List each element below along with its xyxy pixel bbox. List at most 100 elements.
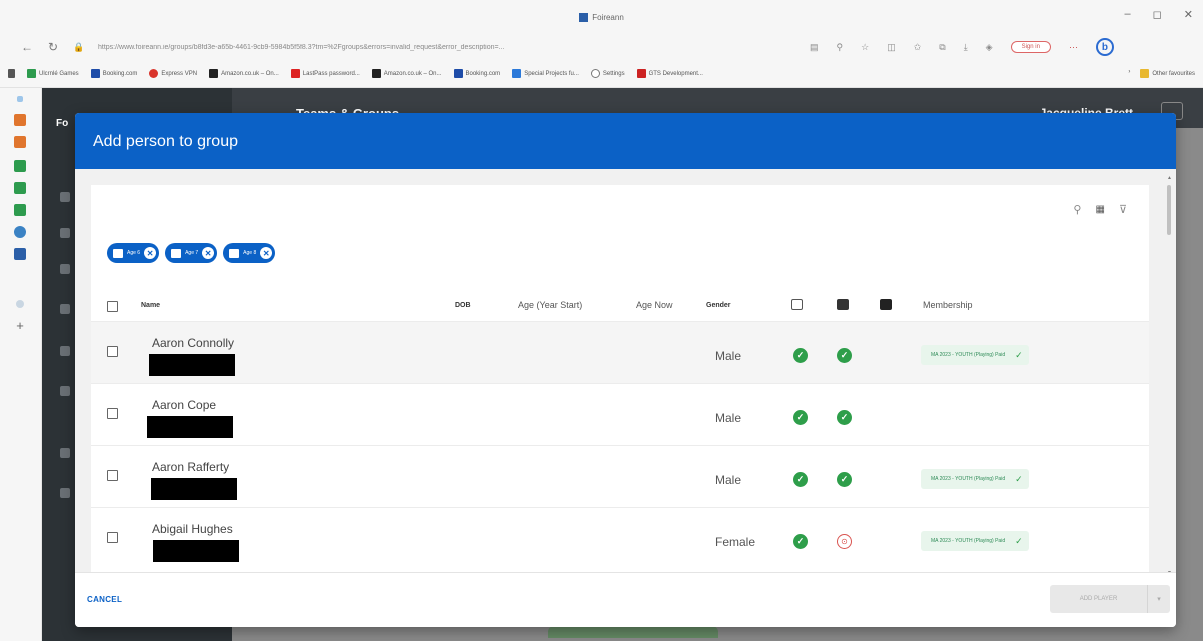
favorites-icon[interactable]: ✩ xyxy=(914,42,922,53)
table-row[interactable]: Abigail Hughes Female ✓ ⊙ MA 2023 - YOUT… xyxy=(91,507,1149,569)
browser-tab[interactable]: Foireann xyxy=(579,12,624,22)
sheets-icon[interactable] xyxy=(14,204,26,216)
check-circle-icon: ✓ xyxy=(793,534,808,549)
bookmark-item[interactable]: Booking.com xyxy=(453,69,500,78)
doc-icon[interactable] xyxy=(60,304,70,314)
modal-scrollbar[interactable]: ▲ ▼ xyxy=(1167,175,1172,576)
bookmarks-toggle-icon[interactable] xyxy=(8,69,15,78)
filter-chip[interactable]: Age 8 ✕ xyxy=(223,243,276,263)
remove-chip-icon[interactable]: ✕ xyxy=(202,247,215,259)
row-checkbox[interactable] xyxy=(107,346,118,357)
groups-icon[interactable] xyxy=(60,346,70,356)
cancel-button[interactable]: CANCEL xyxy=(87,595,122,604)
column-header-age-now[interactable]: Age Now xyxy=(636,300,673,310)
person-gender: Female xyxy=(715,535,756,549)
redaction-bar xyxy=(153,540,239,562)
split-screen-icon[interactable]: ◫ xyxy=(887,42,896,53)
screen-check-icon xyxy=(791,299,803,310)
outlook-icon[interactable] xyxy=(14,248,26,260)
filter-chip[interactable]: Age 6 ✕ xyxy=(107,243,160,263)
column-header-membership[interactable]: Membership xyxy=(923,300,973,310)
warning-circle-icon: ⊙ xyxy=(837,534,852,549)
extensions-icon[interactable]: ⚲ xyxy=(837,42,844,53)
maximize-icon[interactable]: ◻ xyxy=(1153,8,1162,21)
sheets-icon[interactable] xyxy=(14,160,26,172)
bookmark-item[interactable]: LastPass password... xyxy=(290,69,360,78)
bookmark-item[interactable]: GTS Development... xyxy=(636,69,703,78)
minimize-icon[interactable]: – xyxy=(1125,8,1131,21)
home-icon[interactable] xyxy=(60,192,70,202)
bookmark-item[interactable]: Express VPN xyxy=(149,69,197,78)
settings-icon[interactable] xyxy=(60,448,70,458)
table-row[interactable]: Aaron Cope Male ✓ ✓ xyxy=(91,383,1149,445)
column-header-age-year-start[interactable]: Age (Year Start) xyxy=(518,300,582,310)
chevron-right-icon[interactable]: › xyxy=(1128,69,1130,78)
team-icon xyxy=(171,248,182,258)
bookmark-item[interactable]: Ulcrnlé Games xyxy=(27,69,79,78)
chevron-down-icon[interactable]: ▾ xyxy=(1148,595,1170,603)
check-circle-icon: ✓ xyxy=(837,472,852,487)
checkmark-icon: ✓ xyxy=(1015,535,1023,546)
refresh-icon[interactable]: ↻ xyxy=(46,40,60,54)
calendar-icon[interactable] xyxy=(60,264,70,274)
bookmark-item[interactable]: Special Projects fu... xyxy=(512,69,579,78)
scrollbar-thumb[interactable] xyxy=(1167,185,1171,235)
column-header-dob[interactable]: DOB xyxy=(455,302,471,309)
lock-icon[interactable]: 🔒 xyxy=(72,42,86,53)
row-checkbox[interactable] xyxy=(107,532,118,543)
people-icon[interactable] xyxy=(60,228,70,238)
back-icon[interactable]: ← xyxy=(20,40,34,54)
settings-icon[interactable] xyxy=(16,300,24,308)
more-menu-icon[interactable]: ⋯ xyxy=(1069,42,1078,53)
bookmark-item[interactable]: Booking.com xyxy=(90,69,137,78)
shopping-icon[interactable]: ◈ xyxy=(986,42,993,53)
row-checkbox[interactable] xyxy=(107,470,118,481)
add-icon[interactable]: + xyxy=(14,319,26,332)
filter-icon[interactable]: ⊽ xyxy=(1119,203,1127,216)
window-controls: – ◻ ✕ xyxy=(1125,8,1193,21)
favorite-star-icon[interactable]: ☆ xyxy=(861,42,869,53)
add-player-button[interactable]: ADD PLAYER ▾ xyxy=(1050,585,1170,613)
app-brand: Fo xyxy=(56,118,69,129)
gmail-icon[interactable] xyxy=(14,114,26,126)
remove-chip-icon[interactable]: ✕ xyxy=(260,247,273,259)
table-row[interactable]: Aaron Rafferty Male ✓ ✓ MA 2023 - YOUTH … xyxy=(91,445,1149,507)
drive-icon[interactable] xyxy=(14,226,26,238)
search-icon[interactable] xyxy=(17,96,23,102)
row-checkbox[interactable] xyxy=(107,408,118,419)
downloads-icon[interactable]: ⤓ xyxy=(964,42,968,53)
column-header-gender[interactable]: Gender xyxy=(706,302,731,309)
select-all-checkbox[interactable] xyxy=(107,301,118,312)
url-field[interactable]: https://www.foireann.ie/groups/b8fd3e-a6… xyxy=(98,44,798,51)
sign-in-button[interactable]: Sign in xyxy=(1010,41,1051,53)
medical-cross-icon xyxy=(880,299,892,310)
modal-body: ⚲ ▦ ⊽ Age 6 ✕ Age 7 ✕ Age 8 ✕ Name DOB A… xyxy=(75,169,1176,576)
person-name: Aaron Rafferty xyxy=(152,460,230,474)
table-row[interactable]: Aaron Connolly Male ✓ ✓ MA 2023 - YOUTH … xyxy=(91,321,1149,383)
filter-chip[interactable]: Age 7 ✕ xyxy=(165,243,218,263)
bookmark-item[interactable]: Settings xyxy=(590,69,625,78)
check-circle-icon: ✓ xyxy=(837,410,852,425)
column-header-name[interactable]: Name xyxy=(141,302,160,309)
scroll-up-icon[interactable]: ▲ xyxy=(1167,175,1172,181)
bookmark-item[interactable]: Amazon.co.uk – On... xyxy=(371,69,442,78)
address-bar: ← ↻ 🔒 https://www.foireann.ie/groups/b8f… xyxy=(0,34,1203,60)
logout-icon[interactable] xyxy=(60,488,70,498)
remove-chip-icon[interactable]: ✕ xyxy=(144,247,157,259)
sheets-icon[interactable] xyxy=(14,182,26,194)
columns-icon[interactable]: ▦ xyxy=(1095,204,1104,215)
person-gender: Male xyxy=(715,411,742,425)
copilot-icon[interactable]: b xyxy=(1095,38,1114,56)
close-icon[interactable]: ✕ xyxy=(1184,8,1193,21)
gmail-icon[interactable] xyxy=(14,136,26,148)
check-circle-icon: ✓ xyxy=(793,410,808,425)
globe-icon[interactable] xyxy=(60,386,70,396)
other-favourites-folder[interactable]: Other favourites xyxy=(1140,69,1195,78)
reader-icon[interactable]: ▤ xyxy=(810,42,819,53)
bookmark-item[interactable]: Amazon.co.uk – On... xyxy=(209,69,279,78)
collections-icon[interactable]: ⧉ xyxy=(939,42,945,53)
modal-title: Add person to group xyxy=(93,133,238,150)
search-icon[interactable]: ⚲ xyxy=(1073,203,1081,216)
add-player-label: ADD PLAYER xyxy=(1050,585,1148,613)
modal-header: Add person to group xyxy=(75,113,1176,169)
